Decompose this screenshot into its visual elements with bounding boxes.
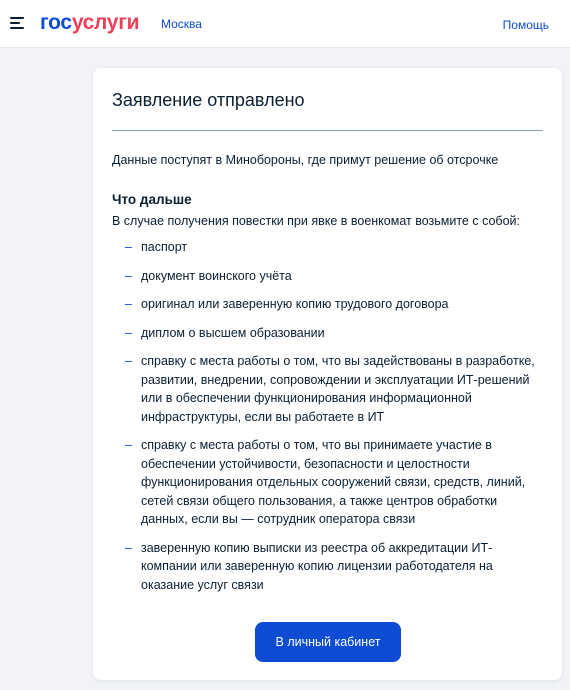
list-item: – справку с места работы о том, что вы за… [112, 352, 542, 426]
list-item-text: оригинал или заверенную копию трудового … [141, 297, 449, 311]
list-item-text: диплом о высшем образовании [141, 325, 325, 340]
list-item: – оригинал или заверенную копию трудового… [112, 295, 542, 314]
list-bullet-dash: – [125, 354, 132, 368]
list-bullet-dash: – [125, 240, 132, 254]
list-item-text: справку с места работы о том, что вы при… [141, 438, 526, 526]
list-item-text: паспорт [141, 240, 188, 254]
list-bullet-dash: – [125, 297, 132, 311]
personal-account-button[interactable]: В личный кабинет [255, 622, 401, 662]
top-header: госуслуги Москва Помощь [0, 0, 570, 48]
list-item: – заверенную копию выписки из реестра об … [112, 539, 542, 595]
list-item-text: справку с места работы о том, что вы зад… [141, 354, 535, 424]
next-steps-lead: В случае получения повестки при явке в в… [112, 214, 520, 228]
list-bullet-dash: – [125, 268, 132, 283]
list-item: – справку с места работы о том, что вы пр… [112, 436, 542, 529]
logo-part-gos: гос [40, 11, 72, 34]
logo-part-uslugi: услуги [71, 11, 140, 34]
gosuslugi-logo[interactable]: госуслуги [40, 10, 140, 36]
page-title: Заявление отправлено [112, 90, 305, 110]
city-selector[interactable]: Москва [161, 17, 202, 31]
application-status-card: Заявление отправлено Данные поступят в М… [93, 68, 562, 680]
list-item: – документ воинского учёта [112, 267, 542, 286]
list-item-text: заверенную копию выписки из реестра об а… [141, 540, 493, 592]
list-item-text: документ воинского учёта [141, 268, 292, 283]
info-text: Данные поступят в Минобороны, где примут… [112, 153, 499, 167]
help-link[interactable]: Помощь [503, 18, 549, 32]
list-bullet-dash: – [125, 438, 132, 452]
documents-list: – паспорт – документ воинского учёта – оригин… [112, 238, 542, 604]
list-item: – диплом о высшем образовании [112, 324, 542, 343]
list-bullet-dash: – [125, 540, 132, 555]
list-bullet-dash: – [125, 325, 132, 340]
hamburger-menu-icon[interactable] [10, 17, 24, 29]
next-steps-heading: Что дальше [112, 192, 192, 207]
divider [112, 130, 543, 131]
list-item: – паспорт [112, 238, 542, 257]
